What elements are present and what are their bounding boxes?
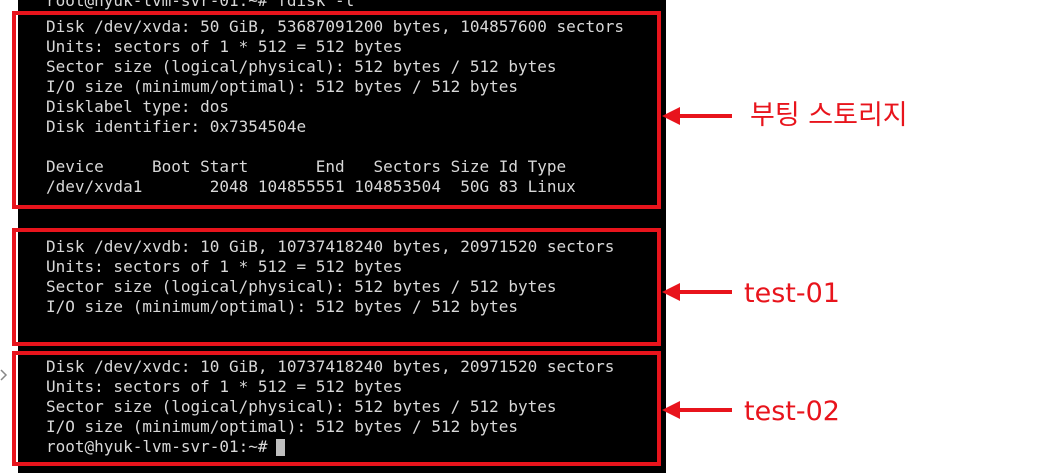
chevron-right-icon[interactable] (0, 368, 8, 382)
highlight-box-xvda (12, 11, 661, 209)
terminal-command-line: root@hyuk-lvm-svr-01:~# fdisk -l (46, 0, 355, 10)
annotation-boot-storage: 부팅 스토리지 (750, 100, 908, 131)
annotation-test-01: test-01 (744, 278, 840, 309)
arrow-left-icon (662, 107, 732, 125)
highlight-box-xvdc (12, 351, 661, 466)
arrow-left-icon (662, 401, 732, 419)
arrow-left-icon (662, 283, 732, 301)
annotation-test-02: test-02 (744, 396, 840, 427)
highlight-box-xvdb (12, 228, 661, 346)
